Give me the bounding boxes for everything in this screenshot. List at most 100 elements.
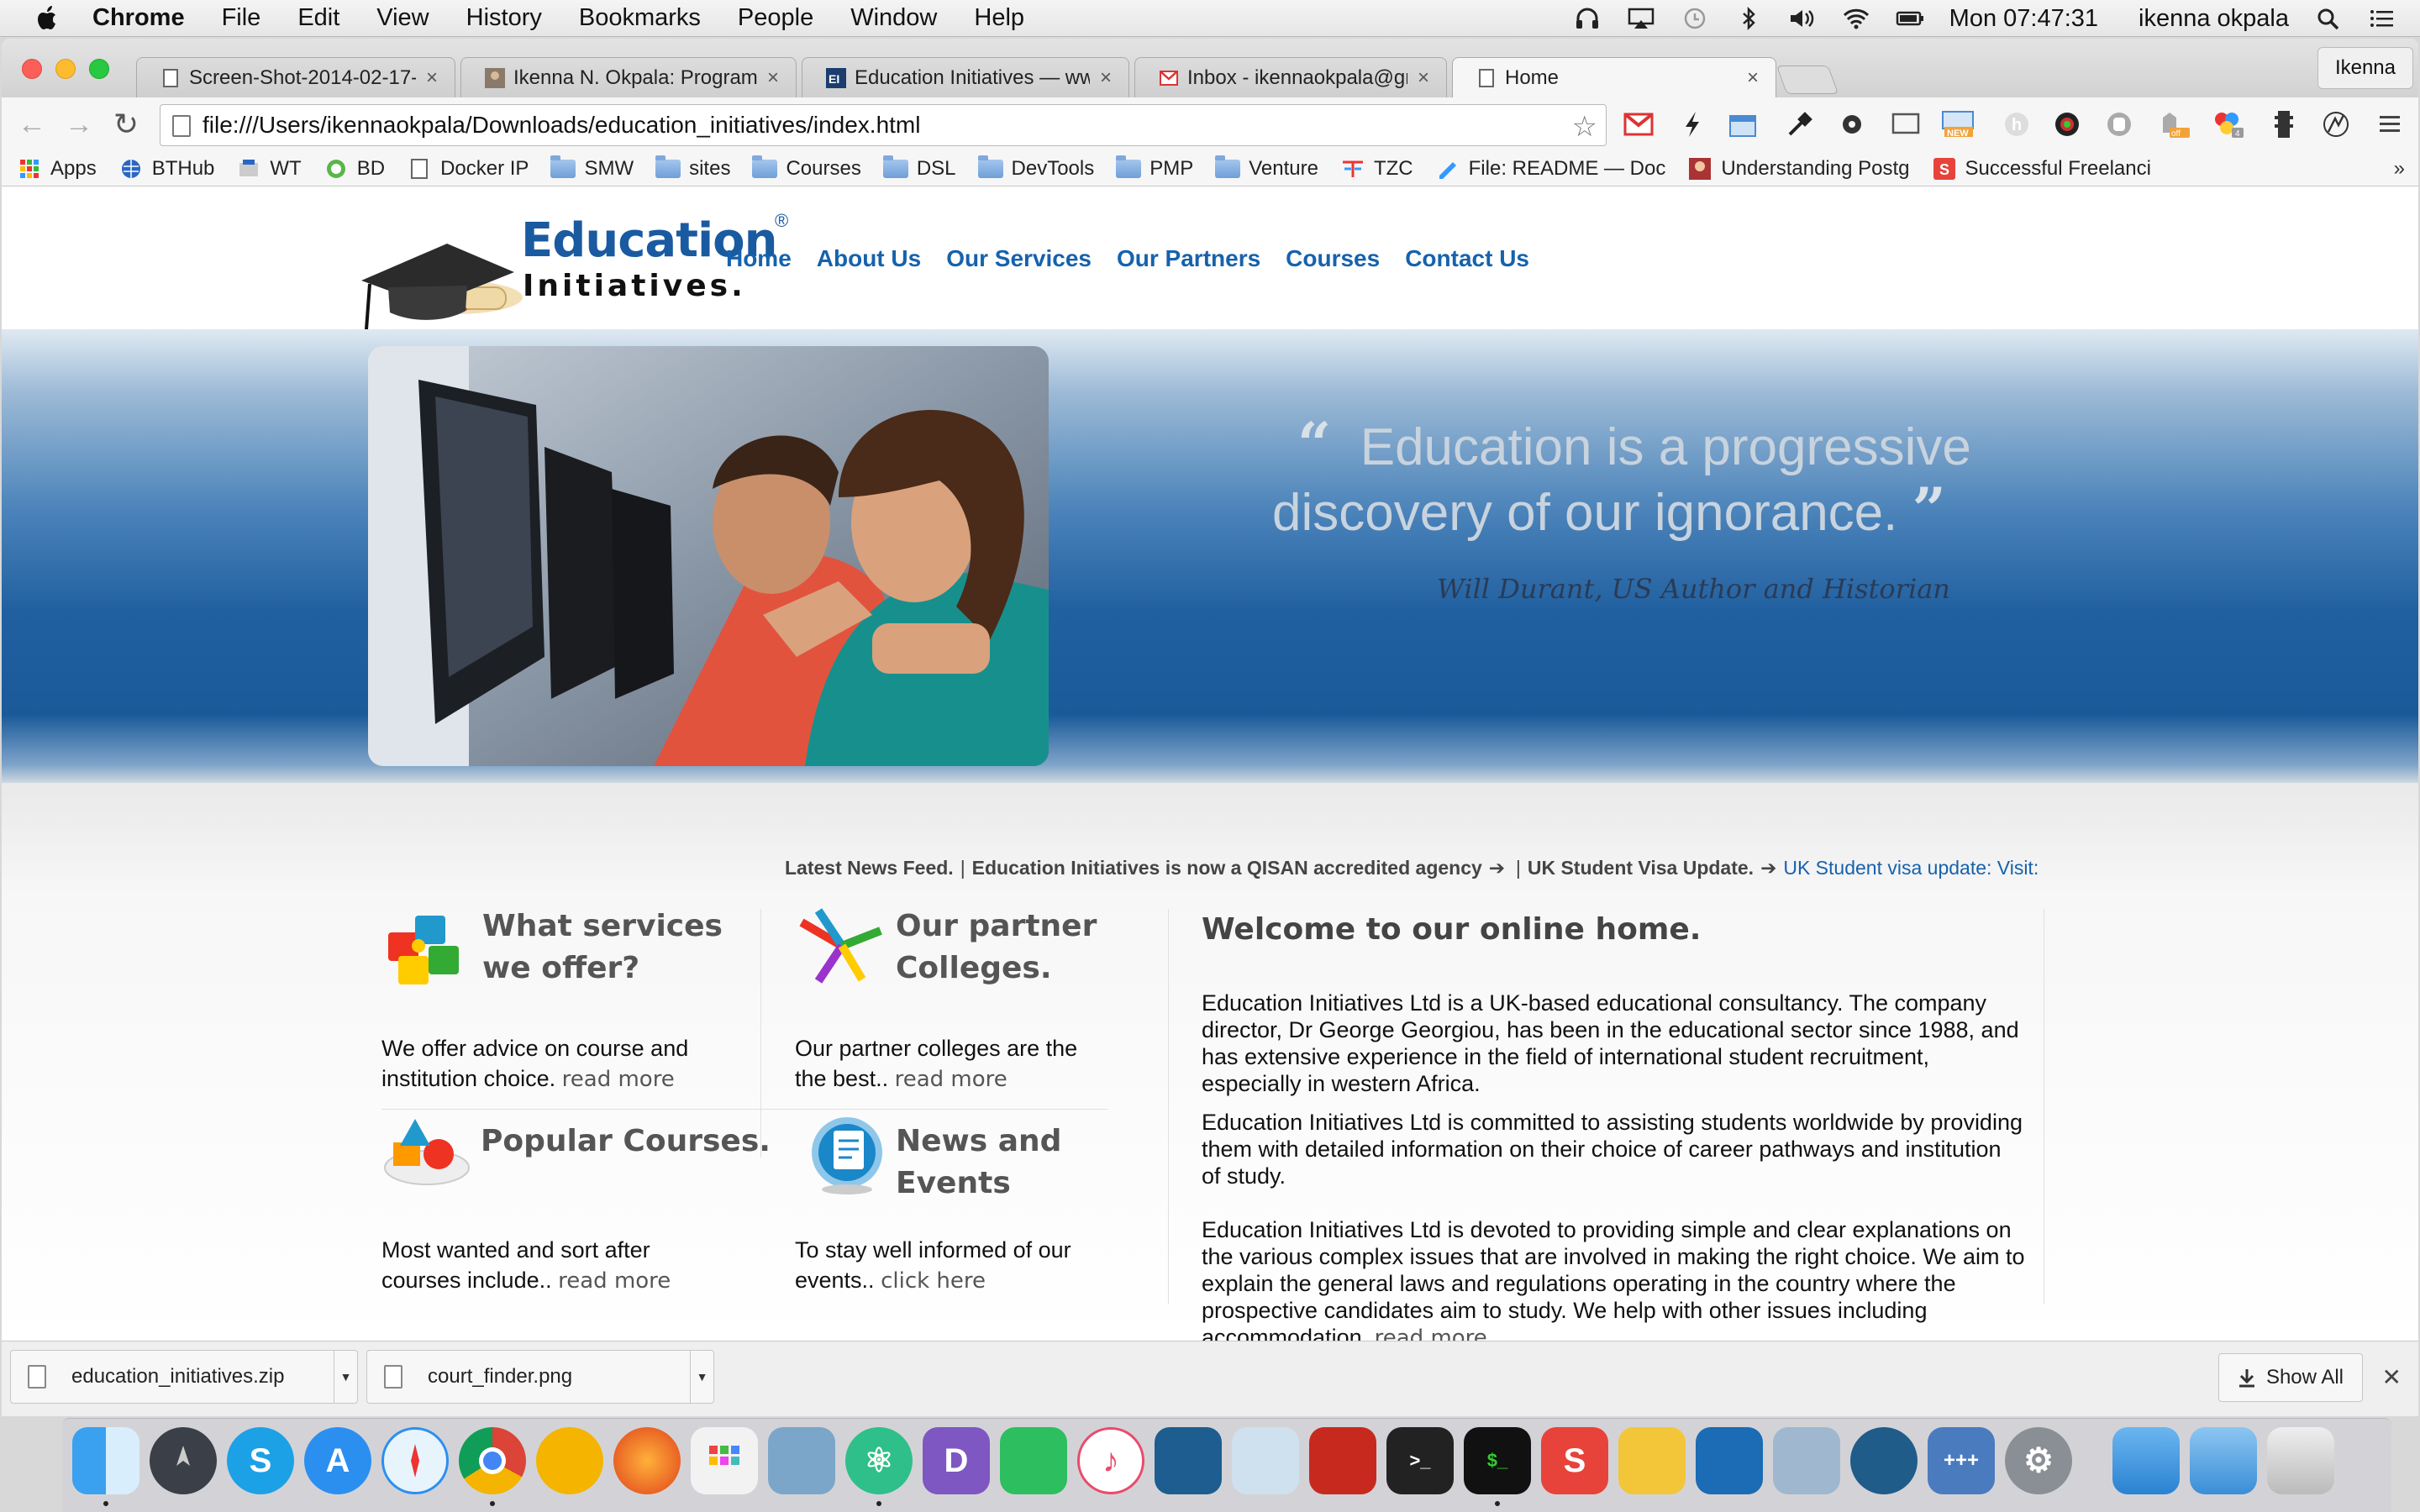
profile-button[interactable]: Ikenna	[2317, 47, 2413, 89]
new-tab-button[interactable]	[1776, 66, 1839, 94]
iterm-icon[interactable]: $_	[1464, 1427, 1531, 1494]
postgres-icon[interactable]	[1232, 1427, 1299, 1494]
close-tab-icon[interactable]: ×	[767, 66, 779, 90]
bookmark-apps[interactable]: Apps	[17, 157, 97, 181]
firefox-icon[interactable]	[613, 1427, 681, 1494]
reload-icon[interactable]: ↻	[109, 107, 143, 141]
new-badge-extension-icon[interactable]: NEW	[1941, 108, 1975, 141]
sourcetree-icon[interactable]	[1850, 1427, 1918, 1494]
menu-app-chrome[interactable]: Chrome	[92, 4, 185, 32]
download-menu-chevron-icon[interactable]: ▼	[334, 1351, 357, 1403]
tab-education-initiatives[interactable]: EI Education Initiatives — www ×	[802, 57, 1129, 97]
back-arrow-icon[interactable]: ←	[15, 108, 49, 141]
skype-icon[interactable]: S	[227, 1427, 294, 1494]
chart-extension-icon[interactable]	[2319, 108, 2353, 141]
system-preferences-icon[interactable]: ⚙	[2005, 1427, 2072, 1494]
user-name[interactable]: ikenna okpala	[2139, 5, 2289, 33]
welcome-read-more-link[interactable]: read more	[1375, 1326, 1487, 1341]
h-extension-icon[interactable]: h	[2000, 108, 2033, 141]
partners-read-more-link[interactable]: read more	[895, 1067, 1007, 1092]
finder-icon[interactable]	[72, 1427, 139, 1494]
tab-gmail-inbox[interactable]: Inbox - ikennaokpala@gmai ×	[1134, 57, 1447, 97]
bookmark-pmp[interactable]: PMP	[1116, 155, 1193, 181]
close-window-button[interactable]	[22, 59, 42, 79]
services-read-more-link[interactable]: read more	[562, 1067, 675, 1092]
maximize-window-button[interactable]	[89, 59, 109, 79]
downloads-folder-icon[interactable]	[2190, 1427, 2257, 1494]
download-menu-chevron-icon[interactable]: ▼	[690, 1351, 713, 1403]
minimize-window-button[interactable]	[55, 59, 76, 79]
atom-icon[interactable]: ⚛	[845, 1427, 913, 1494]
tab-home-active[interactable]: Home ×	[1452, 57, 1776, 98]
apple-menu-icon[interactable]	[35, 4, 60, 33]
url-text[interactable]: file:///Users/ikennaokpala/Downloads/edu…	[203, 112, 920, 139]
eyedropper-extension-icon[interactable]	[1783, 108, 1817, 141]
bookmark-sites[interactable]: sites	[655, 155, 730, 181]
download-item-zip[interactable]: education_initiatives.zip ▼	[10, 1350, 358, 1404]
bookmark-readme[interactable]: File: README — Doc	[1435, 157, 1665, 181]
close-downloads-bar-icon[interactable]: ✕	[2382, 1363, 2402, 1391]
close-tab-icon[interactable]: ×	[1100, 66, 1112, 90]
bluetooth-icon[interactable]	[1734, 7, 1763, 30]
bookmark-freelancing[interactable]: S Successful Freelanci	[1932, 157, 2151, 181]
bookmark-venture[interactable]: Venture	[1215, 155, 1318, 181]
nav-courses[interactable]: Courses	[1286, 245, 1380, 272]
hand-extension-icon[interactable]	[2102, 108, 2136, 141]
calculator-app-icon[interactable]: +++	[1928, 1427, 1995, 1494]
terminal-icon[interactable]: >_	[1386, 1427, 1454, 1494]
battery-icon[interactable]	[1896, 7, 1924, 30]
menu-edit[interactable]: Edit	[297, 4, 339, 32]
cast-extension-icon[interactable]	[1889, 108, 1923, 141]
bookmark-courses[interactable]: Courses	[752, 155, 861, 181]
bookmark-docker-ip[interactable]: Docker IP	[407, 157, 529, 181]
bookmark-wt[interactable]: WT	[236, 157, 302, 181]
calendar-extension-icon[interactable]	[1726, 108, 1760, 141]
time-machine-icon[interactable]	[1681, 7, 1709, 30]
bookmark-postgres[interactable]: Understanding Postg	[1687, 157, 1910, 181]
close-tab-icon[interactable]: ×	[1418, 66, 1429, 90]
remote-desktop-icon[interactable]	[1773, 1427, 1840, 1494]
menu-help[interactable]: Help	[974, 4, 1024, 32]
menu-window[interactable]: Window	[850, 4, 937, 32]
spotlight-search-icon[interactable]	[2314, 7, 2343, 30]
address-bar[interactable]: file:///Users/ikennaokpala/Downloads/edu…	[160, 104, 1607, 146]
menu-people[interactable]: People	[738, 4, 813, 32]
nav-our-partners[interactable]: Our Partners	[1117, 245, 1260, 272]
menu-file[interactable]: File	[222, 4, 261, 32]
bookmark-dsl[interactable]: DSL	[882, 155, 956, 181]
virtualbox-icon[interactable]	[1696, 1427, 1763, 1494]
gear-extension-icon[interactable]	[1835, 108, 1869, 141]
menu-bookmarks[interactable]: Bookmarks	[579, 4, 701, 32]
colorzilla-extension-icon[interactable]	[2050, 108, 2084, 141]
nav-our-services[interactable]: Our Services	[946, 245, 1092, 272]
safari-icon[interactable]	[381, 1427, 449, 1494]
bookmark-bthub[interactable]: BTHub	[118, 157, 214, 181]
sublime-icon[interactable]: S	[1541, 1427, 1608, 1494]
close-tab-icon[interactable]: ×	[426, 66, 438, 90]
close-tab-icon[interactable]: ×	[1747, 66, 1759, 90]
launchpad-icon[interactable]	[150, 1427, 217, 1494]
bookmarks-overflow-icon[interactable]: »	[2394, 157, 2405, 181]
ticker-link-visa[interactable]: UK Student visa update: Visit:	[1783, 857, 2039, 879]
bookmark-tzc[interactable]: TZC	[1340, 157, 1413, 181]
badge-4-extension-icon[interactable]: 4	[2212, 108, 2245, 141]
volume-icon[interactable]	[1788, 7, 1817, 30]
menu-view[interactable]: View	[376, 4, 429, 32]
wifi-icon[interactable]	[1842, 7, 1870, 30]
evernote-icon[interactable]	[1000, 1427, 1067, 1494]
download-item-png[interactable]: court_finder.png ▼	[366, 1350, 714, 1404]
applications-folder-icon[interactable]	[2112, 1427, 2180, 1494]
bookmark-devtools[interactable]: DevTools	[977, 155, 1094, 181]
app-store-icon[interactable]: A	[304, 1427, 371, 1494]
grid-app-icon[interactable]	[691, 1427, 758, 1494]
courses-read-more-link[interactable]: read more	[558, 1268, 671, 1294]
dash-icon[interactable]: D	[923, 1427, 990, 1494]
clock[interactable]: Mon 07:47:31	[1949, 5, 2098, 33]
menu-history[interactable]: History	[466, 4, 542, 32]
chrome-menu-icon[interactable]	[2373, 108, 2407, 141]
show-all-downloads-button[interactable]: Show All	[2217, 1353, 2363, 1402]
bookmark-star-icon[interactable]: ☆	[1572, 110, 1597, 144]
ticker-item-qisan[interactable]: Education Initiatives is now a QISAN acc…	[972, 857, 1482, 879]
stamp-app-icon[interactable]	[768, 1427, 835, 1494]
headphone-icon[interactable]	[1573, 7, 1602, 30]
